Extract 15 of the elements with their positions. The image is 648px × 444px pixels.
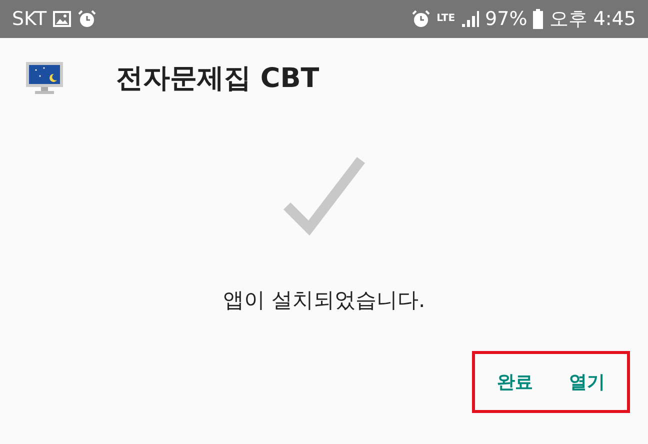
alarm-icon [76, 9, 97, 29]
image-icon [52, 11, 71, 27]
app-title: 전자문제집 CBT [116, 62, 320, 96]
battery-percent: 97% [485, 8, 528, 30]
alarm-icon [410, 9, 431, 29]
battery-icon [533, 9, 544, 29]
signal-icon [461, 10, 480, 28]
network-label: LTE [436, 14, 456, 24]
install-message: 앱이 설치되었습니다. [222, 287, 426, 314]
monitor-icon [26, 62, 63, 94]
carrier-label: SKT [12, 8, 47, 30]
clock-time: 오후 4:45 [549, 7, 636, 32]
dialog-button[interactable]: 열기 [563, 366, 611, 398]
checkmark-icon [283, 156, 365, 236]
dialog-button[interactable]: 완료 [491, 366, 539, 398]
